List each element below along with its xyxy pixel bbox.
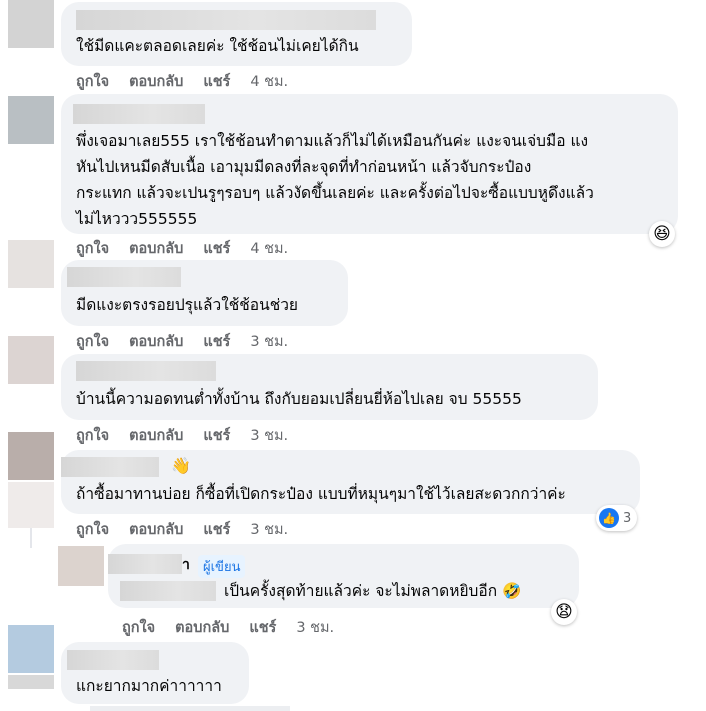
reply-button[interactable]: ตอบกลับ (129, 334, 183, 350)
comment-bubble: พึ่งเจอมาเลย555 เราใช้ช้อนทำตามแล้วก็ไม่… (61, 94, 678, 234)
next-comment-partial (90, 706, 290, 711)
surprised-reaction-icon[interactable]: 😧 (551, 599, 577, 625)
reply-timestamp[interactable]: 3 ชม. (296, 620, 334, 636)
like-button[interactable]: ถูกใจ (76, 522, 109, 538)
comment-bubble: บ้านนี้ความอดทนต่ำทั้งบ้าน ถึงกับยอมเปลี… (61, 354, 598, 420)
comment-actions: ถูกใจ ตอบกลับ แชร์ 4 ชม. (76, 237, 308, 260)
share-button[interactable]: แชร์ (203, 522, 230, 538)
commenter-name[interactable] (76, 10, 376, 30)
like-button[interactable]: ถูกใจ (122, 620, 155, 636)
commenter-name[interactable] (67, 267, 181, 287)
comment-actions: ถูกใจ ตอบกลับ แชร์ 3 ชม. (76, 424, 308, 447)
like-button[interactable]: ถูกใจ (76, 334, 109, 350)
share-button[interactable]: แชร์ (203, 241, 230, 257)
avatar[interactable] (8, 0, 54, 48)
replier-name-suffix: า (182, 557, 190, 573)
comment-text-line: พึ่งเจอมาเลย555 เราใช้ช้อนทำตามแล้วก็ไม่… (76, 132, 589, 150)
comment-text-line: หันไปเหนมีดสับเนื้อ เอามุมมีดลงที่ละจุดท… (76, 158, 532, 176)
comment-actions: ถูกใจ ตอบกลับ แชร์ 3 ชม. (76, 330, 308, 353)
comment-text: ถ้าซื้อมาทานบ่อย ก็ซื้อที่เปิดกระป๋อง แบ… (76, 485, 566, 503)
like-count-value: 3 (623, 510, 632, 526)
reply-button[interactable]: ตอบกลับ (129, 522, 183, 538)
comment-bubble: ใช้มีดแคะตลอดเลยค่ะ ใช้ช้อนไม่เคยได้กิน (61, 2, 412, 66)
commenter-name[interactable] (67, 650, 159, 670)
reply-button[interactable]: ตอบกลับ (129, 428, 183, 444)
comment-timestamp[interactable]: 3 ชม. (250, 522, 288, 538)
waving-hand-icon: 👋 (171, 456, 191, 475)
avatar[interactable] (8, 432, 54, 480)
commenter-name[interactable] (76, 361, 216, 381)
like-button[interactable]: ถูกใจ (76, 241, 109, 257)
commenter-name[interactable] (61, 457, 159, 477)
reply-actions: ถูกใจ ตอบกลับ แชร์ 3 ชม. (122, 616, 354, 639)
comment-timestamp[interactable]: 3 ชม. (250, 334, 288, 350)
comment-timestamp[interactable]: 3 ชม. (250, 428, 288, 444)
reply-thread-line (30, 528, 32, 548)
like-button[interactable]: ถูกใจ (76, 74, 109, 90)
comment-bubble: 👋 ถ้าซื้อมาทานบ่อย ก็ซื้อที่เปิดกระป๋อง … (61, 450, 640, 514)
reply-text: เป็นครั้งสุดท้ายแล้วค่ะ จะไม่พลาดหยิบอีก… (224, 582, 522, 600)
comment-text: แกะยากมากค่าาาาาา (76, 677, 222, 695)
comment-bubble: มีดแงะตรงรอยปรุแล้วใช้ช้อนช่วย (61, 260, 348, 326)
reply-redacted-prefix (120, 581, 216, 601)
comment-text: บ้านนี้ความอดทนต่ำทั้งบ้าน ถึงกับยอมเปลี… (76, 390, 522, 408)
avatar[interactable] (58, 546, 104, 586)
replier-name[interactable] (108, 554, 182, 574)
comment-text-line: กระแทก แล้วจะเปนรูๆรอบๆ แล้วงัดขึ้นเลยค่… (76, 184, 594, 202)
share-button[interactable]: แชร์ (203, 334, 230, 350)
comment-timestamp[interactable]: 4 ชม. (250, 241, 288, 257)
avatar[interactable] (8, 96, 54, 144)
like-reaction-count[interactable]: 👍 3 (596, 505, 638, 531)
share-button[interactable]: แชร์ (203, 74, 230, 90)
comment-actions: ถูกใจ ตอบกลับ แชร์ 3 ชม. (76, 518, 308, 541)
reply-button[interactable]: ตอบกลับ (129, 74, 183, 90)
share-button[interactable]: แชร์ (203, 428, 230, 444)
comment-text: ใช้มีดแคะตลอดเลยค่ะ ใช้ช้อนไม่เคยได้กิน (76, 37, 359, 55)
avatar-lower-section (8, 675, 54, 689)
comment-text-line: ไม่ไหววว555555 (76, 210, 198, 228)
commenter-name[interactable] (73, 104, 205, 124)
comment-text: มีดแงะตรงรอยปรุแล้วใช้ช้อนช่วย (76, 296, 299, 314)
comment-timestamp[interactable]: 4 ชม. (250, 74, 288, 90)
reply-button[interactable]: ตอบกลับ (175, 620, 229, 636)
comment-actions: ถูกใจ ตอบกลับ แชร์ 4 ชม. (76, 70, 308, 93)
avatar[interactable] (8, 336, 54, 384)
share-button[interactable]: แชร์ (249, 620, 276, 636)
avatar[interactable] (8, 625, 54, 673)
like-button[interactable]: ถูกใจ (76, 428, 109, 444)
reply-button[interactable]: ตอบกลับ (129, 241, 183, 257)
comment-bubble: แกะยากมากค่าาาาาา (61, 642, 249, 704)
laugh-reaction-icon[interactable]: 😆 (649, 221, 675, 247)
avatar[interactable] (8, 240, 54, 288)
author-badge: ผู้เขียน (198, 555, 246, 578)
reply-bubble: า ผู้เขียน เป็นครั้งสุดท้ายแล้วค่ะ จะไม่… (108, 544, 579, 608)
avatar-lower-section (8, 482, 54, 528)
thumbs-up-icon: 👍 (599, 508, 619, 528)
